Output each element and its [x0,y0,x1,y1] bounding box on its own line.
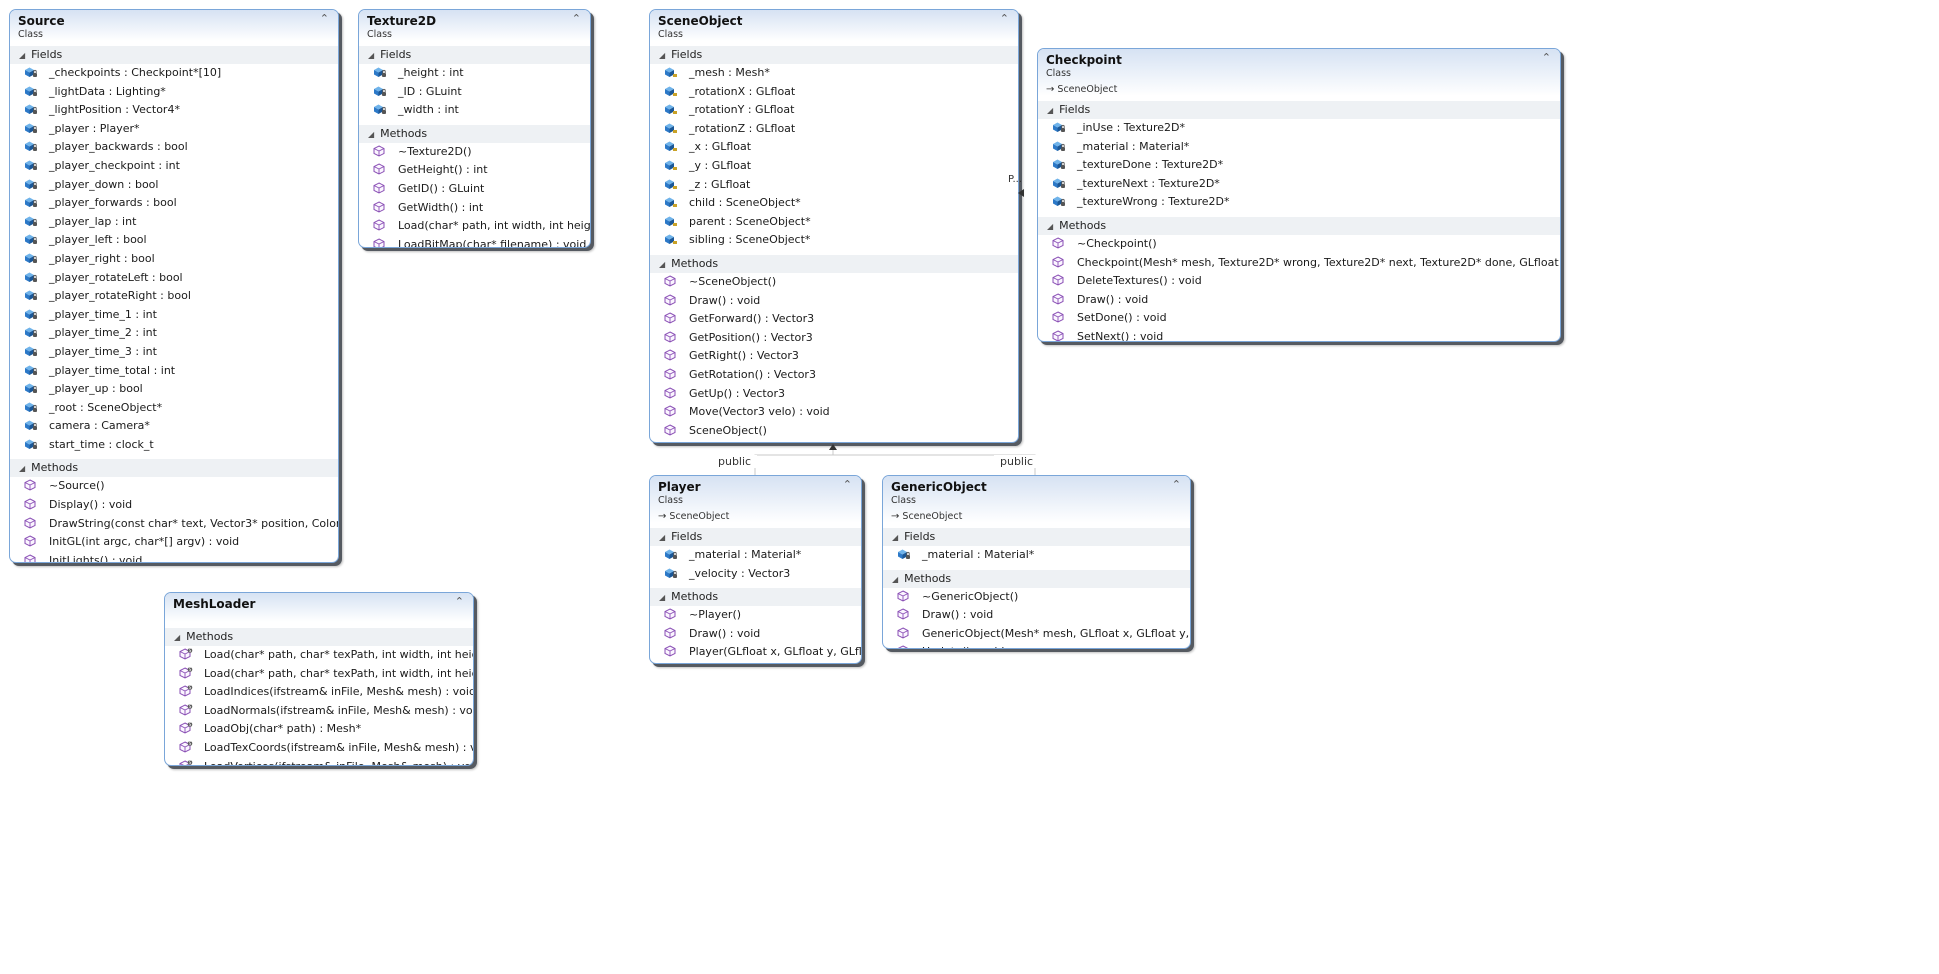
inheritance-label-public: public [712,455,758,468]
association-label: P... [1008,174,1023,185]
inheritance-label-public: public [994,455,1040,468]
inheritance-connector [754,189,1036,475]
